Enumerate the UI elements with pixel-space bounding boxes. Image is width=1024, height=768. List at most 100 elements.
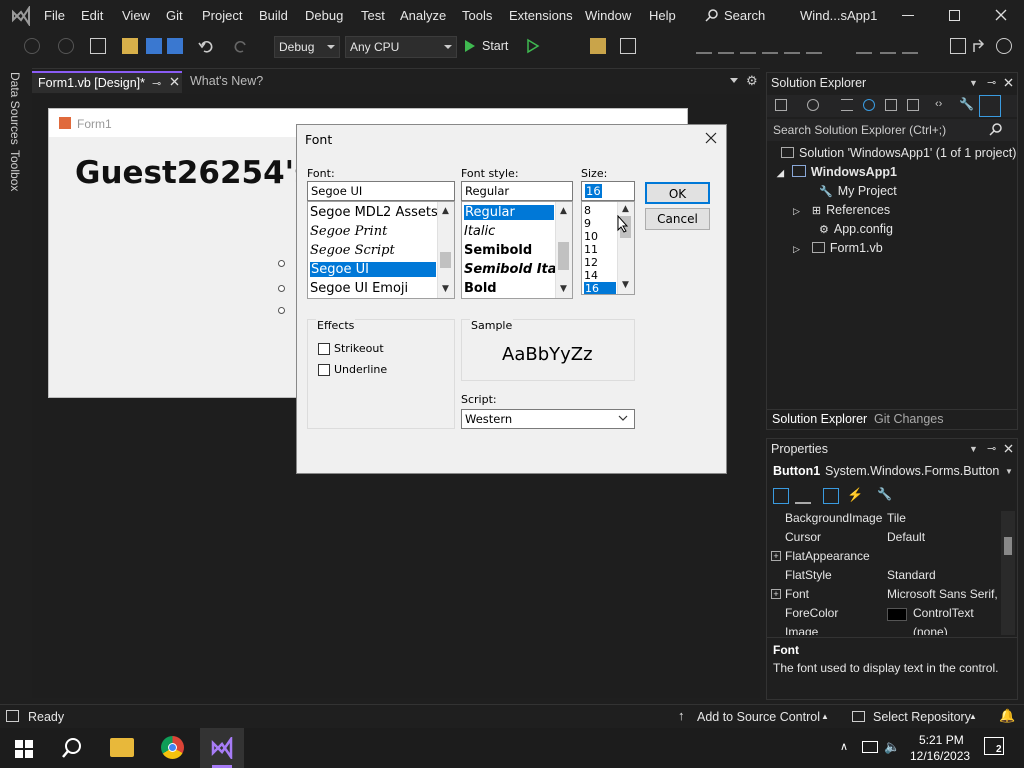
align-center-icon[interactable] [718, 38, 734, 54]
minimize-icon[interactable] [902, 15, 914, 16]
list-item[interactable]: 9 [584, 217, 591, 230]
volume-icon[interactable]: 🔈 [884, 739, 900, 755]
tab-form1-design[interactable]: Form1.vb [Design]* ⊸ [32, 71, 182, 93]
categorized-icon[interactable] [773, 488, 789, 504]
back-icon[interactable] [24, 38, 40, 54]
scroll-thumb[interactable] [558, 242, 569, 270]
list-item-selected[interactable]: Regular [464, 205, 554, 220]
undo-icon[interactable] [198, 38, 214, 54]
tab-overflow-icon[interactable] [730, 78, 738, 83]
close-pane-icon[interactable] [1004, 78, 1013, 87]
history-icon[interactable] [807, 99, 819, 111]
property-row[interactable]: Font Microsoft Sans Serif, 8 [785, 587, 1001, 606]
share-icon[interactable] [972, 38, 988, 54]
menu-view[interactable]: View [122, 8, 150, 23]
add-to-source-control[interactable]: Add to Source Control [697, 710, 820, 724]
notification-center-icon[interactable]: 2 [984, 737, 1004, 755]
align-left-icon[interactable] [696, 38, 712, 54]
preview-icon[interactable] [979, 95, 1001, 117]
object-selector[interactable]: Button1 System.Windows.Forms.Button ▼ [767, 461, 1017, 483]
align-middle-icon[interactable] [784, 38, 800, 54]
list-item[interactable]: Segoe Print [310, 224, 387, 239]
size-icon[interactable] [880, 38, 896, 54]
menu-test[interactable]: Test [361, 8, 385, 23]
menu-debug[interactable]: Debug [305, 8, 343, 23]
list-item[interactable]: 10 [584, 230, 598, 243]
scroll-thumb[interactable] [1004, 537, 1012, 555]
code-icon[interactable]: ‹› [935, 98, 942, 110]
settings-gear-icon[interactable]: ⚙ [746, 73, 758, 89]
tree-item-references[interactable]: ▷ ⊞ References [793, 203, 890, 217]
list-item[interactable]: Bold [464, 281, 497, 296]
solution-folder-icon[interactable] [590, 38, 606, 54]
solution-search-input[interactable]: Search Solution Explorer (Ctrl+;) [767, 119, 1017, 141]
scroll-up-icon[interactable]: ▲ [622, 204, 629, 214]
pane-dropdown-icon[interactable]: ▼ [969, 78, 978, 88]
menu-tools[interactable]: Tools [462, 8, 492, 23]
menu-build[interactable]: Build [259, 8, 288, 23]
list-item[interactable]: Segoe MDL2 Assets [310, 205, 438, 220]
selection-handle[interactable] [278, 307, 285, 314]
expand-plus-icon[interactable]: + [771, 551, 781, 561]
menu-help[interactable]: Help [649, 8, 676, 23]
visual-studio-taskbar-button[interactable] [200, 728, 244, 768]
clock-time[interactable]: 5:21 PM [919, 733, 964, 747]
guest-label[interactable]: Guest26254's [75, 155, 313, 191]
refresh-icon[interactable] [863, 99, 875, 111]
close-window-icon[interactable] [995, 9, 1007, 21]
list-item[interactable]: 8 [584, 204, 591, 217]
property-row[interactable]: FlatAppearance [785, 549, 1001, 568]
script-select[interactable]: Western [461, 409, 635, 429]
property-row[interactable]: Image (none) [785, 625, 1001, 635]
open-folder-icon[interactable] [122, 38, 138, 54]
start-button[interactable]: Start [464, 38, 522, 56]
expand-plus-icon[interactable]: + [771, 589, 781, 599]
menu-file[interactable]: File [44, 8, 65, 23]
grid-icon[interactable] [902, 38, 918, 54]
save-all-icon[interactable] [167, 38, 183, 54]
close-tab-icon[interactable] [170, 77, 179, 86]
pane-dropdown-icon[interactable]: ▼ [969, 444, 978, 454]
style-list-scrollbar[interactable]: ▲ ▼ [555, 202, 572, 298]
account-icon[interactable] [996, 38, 1012, 54]
property-row[interactable]: Cursor Default [785, 530, 1001, 549]
menu-extensions[interactable]: Extensions [509, 8, 573, 23]
list-item[interactable]: 11 [584, 243, 598, 256]
font-name-input[interactable]: Segoe UI [307, 181, 455, 201]
close-pane-icon[interactable] [1004, 444, 1013, 453]
menu-analyze[interactable]: Analyze [400, 8, 446, 23]
menu-edit[interactable]: Edit [81, 8, 103, 23]
tab-data-sources[interactable]: Data Sources [8, 72, 22, 145]
ok-button[interactable]: OK [645, 182, 710, 204]
align-top-icon[interactable] [762, 38, 778, 54]
property-row[interactable]: ForeColor ControlText [785, 606, 1001, 625]
platform-select[interactable]: Any CPU [345, 36, 457, 58]
properties-icon[interactable] [823, 488, 839, 504]
scroll-up-icon[interactable]: ▲ [560, 206, 567, 216]
cancel-button[interactable]: Cancel [645, 208, 710, 230]
pin-icon[interactable]: ⊸ [987, 442, 996, 455]
scroll-down-icon[interactable]: ▼ [442, 284, 449, 294]
show-all-files-icon[interactable] [907, 99, 919, 111]
property-row[interactable]: FlatStyle Standard [785, 568, 1001, 587]
live-share-icon[interactable] [950, 38, 966, 54]
scroll-up-icon[interactable]: ▲ [442, 206, 449, 216]
tree-item-app-config[interactable]: ⚙ App.config [819, 222, 893, 236]
tree-item-project[interactable]: ◢ WindowsApp1 [777, 165, 897, 179]
menu-git[interactable]: Git [166, 8, 183, 23]
wrench-icon[interactable]: 🔧 [959, 97, 974, 111]
tray-overflow-icon[interactable]: ∧ [840, 740, 848, 753]
tab-solution-explorer[interactable]: Solution Explorer [772, 412, 867, 426]
select-repository[interactable]: Select Repository [873, 710, 971, 724]
new-project-icon[interactable] [90, 38, 106, 54]
notifications-bell-icon[interactable]: 🔔 [999, 708, 1015, 724]
list-item[interactable]: Segoe UI Emoji [310, 281, 408, 296]
tree-item-form1[interactable]: ▷ Form1.vb [793, 241, 883, 255]
restore-icon[interactable] [949, 10, 960, 21]
align-bottom-icon[interactable] [806, 38, 822, 54]
list-item-selected[interactable]: Segoe UI [310, 262, 436, 277]
alphabetical-icon[interactable] [795, 488, 811, 504]
list-item[interactable]: Segoe Script [310, 243, 395, 258]
network-icon[interactable] [862, 741, 878, 753]
chrome-icon[interactable] [161, 736, 184, 759]
